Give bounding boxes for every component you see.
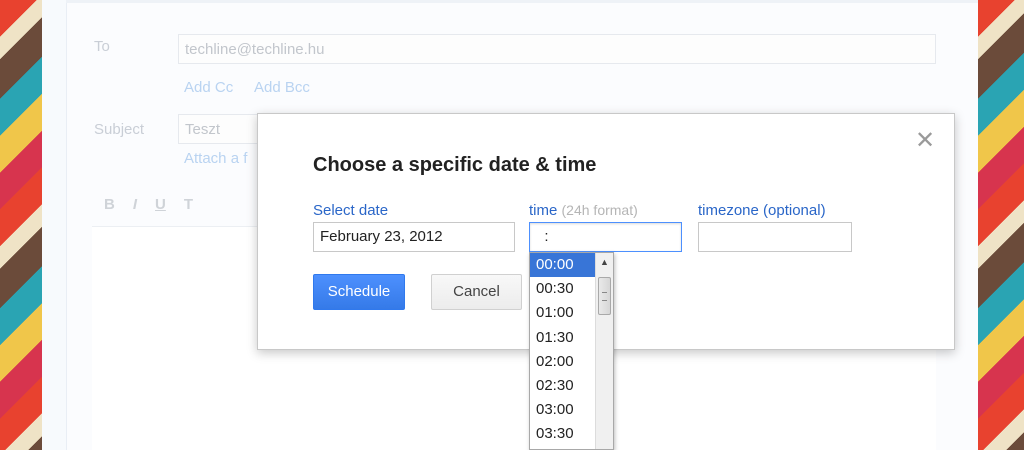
time-options-list: 00:00 00:30 01:00 01:30 02:00 02:30 03:0… bbox=[530, 253, 596, 447]
time-format-hint: (24h format) bbox=[561, 202, 638, 218]
decorative-stripes-left bbox=[0, 0, 42, 450]
time-option[interactable]: 03:30 bbox=[530, 422, 596, 446]
select-date-label: Select date bbox=[313, 202, 389, 219]
cancel-button[interactable]: Cancel bbox=[431, 274, 522, 310]
time-input[interactable]: : bbox=[529, 222, 682, 252]
time-option[interactable]: 00:00 bbox=[530, 253, 596, 278]
decorative-stripes-right bbox=[978, 0, 1024, 450]
time-label-group: time (24h format) bbox=[529, 202, 638, 219]
time-option[interactable]: 01:00 bbox=[530, 301, 596, 325]
font-button[interactable]: T bbox=[184, 196, 193, 213]
timezone-input[interactable] bbox=[698, 222, 852, 252]
compose-top-border bbox=[66, 0, 978, 3]
italic-button[interactable]: I bbox=[133, 196, 137, 213]
time-option[interactable]: 01:30 bbox=[530, 326, 596, 350]
timezone-label: timezone (optional) bbox=[698, 202, 826, 219]
date-input[interactable]: February 23, 2012 bbox=[313, 222, 515, 252]
time-option[interactable]: 02:30 bbox=[530, 374, 596, 398]
add-bcc-link[interactable]: Add Bcc bbox=[254, 79, 310, 96]
to-label: To bbox=[94, 38, 110, 55]
time-option[interactable]: 03:00 bbox=[530, 398, 596, 422]
time-option[interactable]: 02:00 bbox=[530, 350, 596, 374]
close-icon[interactable]: ✕ bbox=[914, 129, 936, 153]
schedule-button[interactable]: Schedule bbox=[313, 274, 405, 310]
time-dropdown[interactable]: 00:00 00:30 01:00 01:30 02:00 02:30 03:0… bbox=[529, 252, 614, 450]
formatting-toolbar: B I U T bbox=[104, 196, 193, 213]
underline-button[interactable]: U bbox=[155, 196, 166, 213]
to-field[interactable]: techline@techline.hu bbox=[178, 34, 936, 64]
scroll-thumb[interactable] bbox=[598, 277, 611, 315]
attach-file-link[interactable]: Attach a f bbox=[184, 150, 247, 167]
dropdown-scrollbar[interactable]: ▲ bbox=[595, 253, 613, 449]
subject-label: Subject bbox=[94, 121, 145, 138]
time-option[interactable]: 00:30 bbox=[530, 277, 596, 301]
time-label: time bbox=[529, 202, 558, 219]
add-cc-link[interactable]: Add Cc bbox=[184, 79, 233, 96]
scroll-up-arrow-icon[interactable]: ▲ bbox=[596, 253, 613, 271]
bold-button[interactable]: B bbox=[104, 196, 115, 213]
dialog-title: Choose a specific date & time bbox=[313, 154, 597, 176]
